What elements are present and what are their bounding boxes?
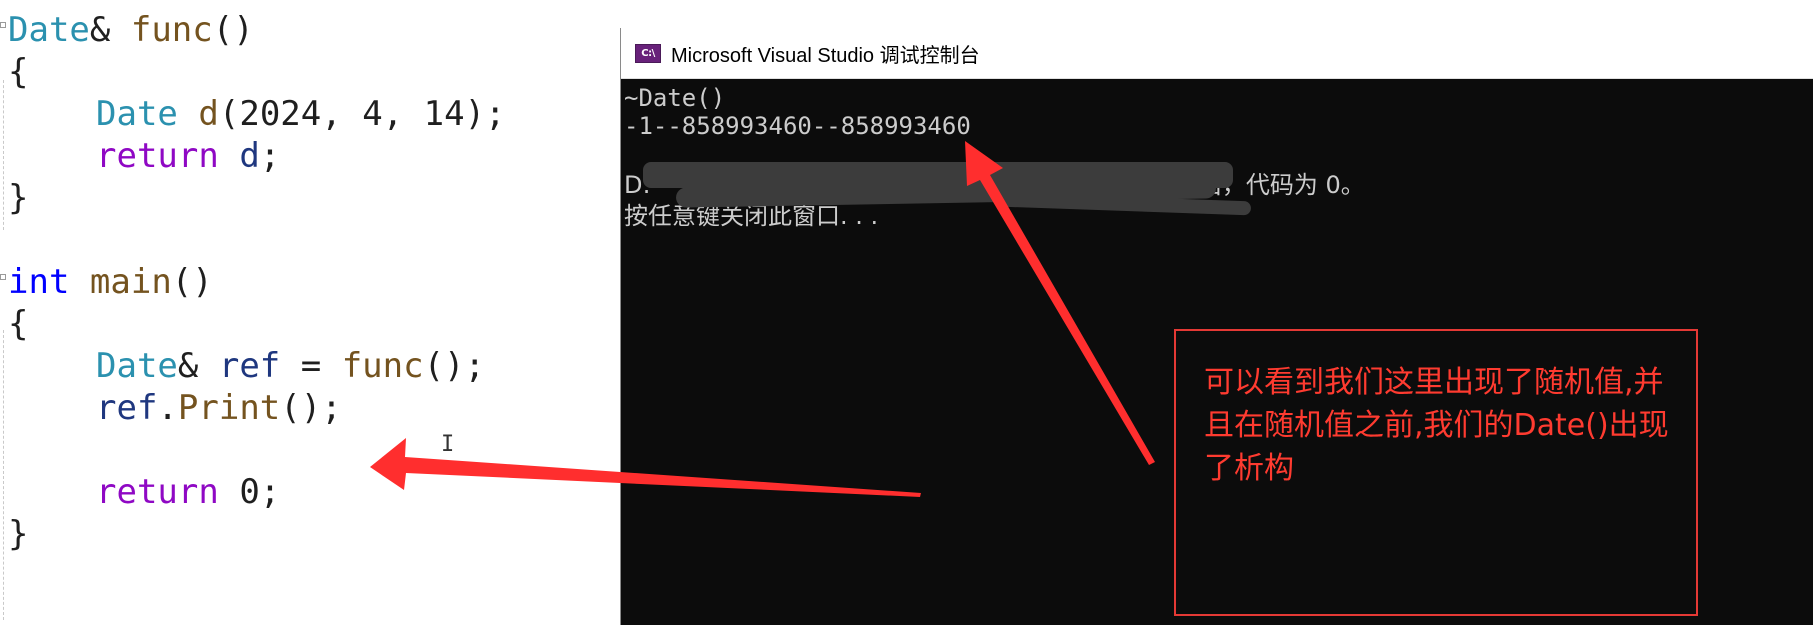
code-token: d <box>239 136 260 176</box>
code-line[interactable]: Date d(2024, 4, 14); <box>8 92 506 136</box>
code-token: ; <box>259 472 281 512</box>
code-token: func <box>341 346 424 386</box>
code-token: , <box>321 94 363 134</box>
code-line[interactable]: Date& ref = func(); <box>8 344 485 388</box>
code-line[interactable]: ref.Print(); <box>8 386 342 430</box>
scope-guide <box>3 80 4 230</box>
visual-studio-icon: C:\ <box>635 43 661 63</box>
fold-marker-icon[interactable] <box>0 274 6 280</box>
screenshot-stage: Date& func(){Date d(2024, 4, 14); return … <box>0 0 1813 625</box>
code-token: ( <box>218 94 240 134</box>
code-token: (); <box>280 388 342 428</box>
annotation-text: 可以看到我们这里出现了随机值,并且在随机值之前,我们的Date()出现了析构 <box>1204 365 1669 486</box>
fold-marker-icon[interactable] <box>0 22 6 28</box>
code-token: Date <box>96 346 178 386</box>
code-line[interactable]: return 0; <box>8 470 280 514</box>
code-token: Print <box>177 388 281 428</box>
code-token: () <box>171 262 213 302</box>
code-token: & <box>177 346 219 386</box>
code-token: ); <box>464 94 506 134</box>
window-title-bar[interactable]: C:\ Microsoft Visual Studio 调试控制台 <box>621 28 1813 79</box>
code-token: 4 <box>362 94 383 134</box>
code-token: d <box>198 94 219 134</box>
code-token: ref <box>218 346 281 386</box>
scope-guide <box>3 330 4 620</box>
code-token: } <box>8 178 29 218</box>
code-line[interactable]: return d; <box>8 134 280 178</box>
text-cursor-icon: I <box>441 432 455 457</box>
console-line-values: -1--858993460--858993460 <box>624 112 971 140</box>
window-title: Microsoft Visual Studio 调试控制台 <box>671 44 980 67</box>
code-token: 0 <box>239 472 260 512</box>
code-token: return <box>96 472 219 512</box>
code-token: ref <box>96 388 158 428</box>
code-token: ; <box>259 136 281 176</box>
code-token: (); <box>423 346 485 386</box>
code-token: func <box>130 10 213 50</box>
code-line[interactable]: } <box>8 512 28 556</box>
code-line[interactable]: Date& func() <box>8 8 254 52</box>
code-line[interactable]: int main() <box>8 260 213 304</box>
console-line-destructor: ~Date() <box>624 84 726 112</box>
code-token: 2024 <box>239 94 322 134</box>
code-token: { <box>8 52 29 92</box>
code-token: Date <box>96 94 178 134</box>
code-token: main <box>89 262 172 302</box>
code-line[interactable]: } <box>8 176 28 220</box>
code-token: 14 <box>423 94 465 134</box>
code-token: & <box>89 10 131 50</box>
code-token: return <box>96 136 219 176</box>
code-editor[interactable]: Date& func(){Date d(2024, 4, 14); return … <box>0 0 620 625</box>
code-token: () <box>212 10 254 50</box>
code-token: } <box>8 514 29 554</box>
code-token: Date <box>8 10 90 50</box>
code-line[interactable]: { <box>8 302 28 346</box>
code-line[interactable]: { <box>8 50 28 94</box>
code-token: = <box>280 346 342 386</box>
annotation-box: 可以看到我们这里出现了随机值,并且在随机值之前,我们的Date()出现了析构 <box>1174 329 1698 616</box>
code-token: { <box>8 304 29 344</box>
code-token: int <box>8 262 70 302</box>
code-token: , <box>382 94 424 134</box>
code-token: . <box>157 388 178 428</box>
